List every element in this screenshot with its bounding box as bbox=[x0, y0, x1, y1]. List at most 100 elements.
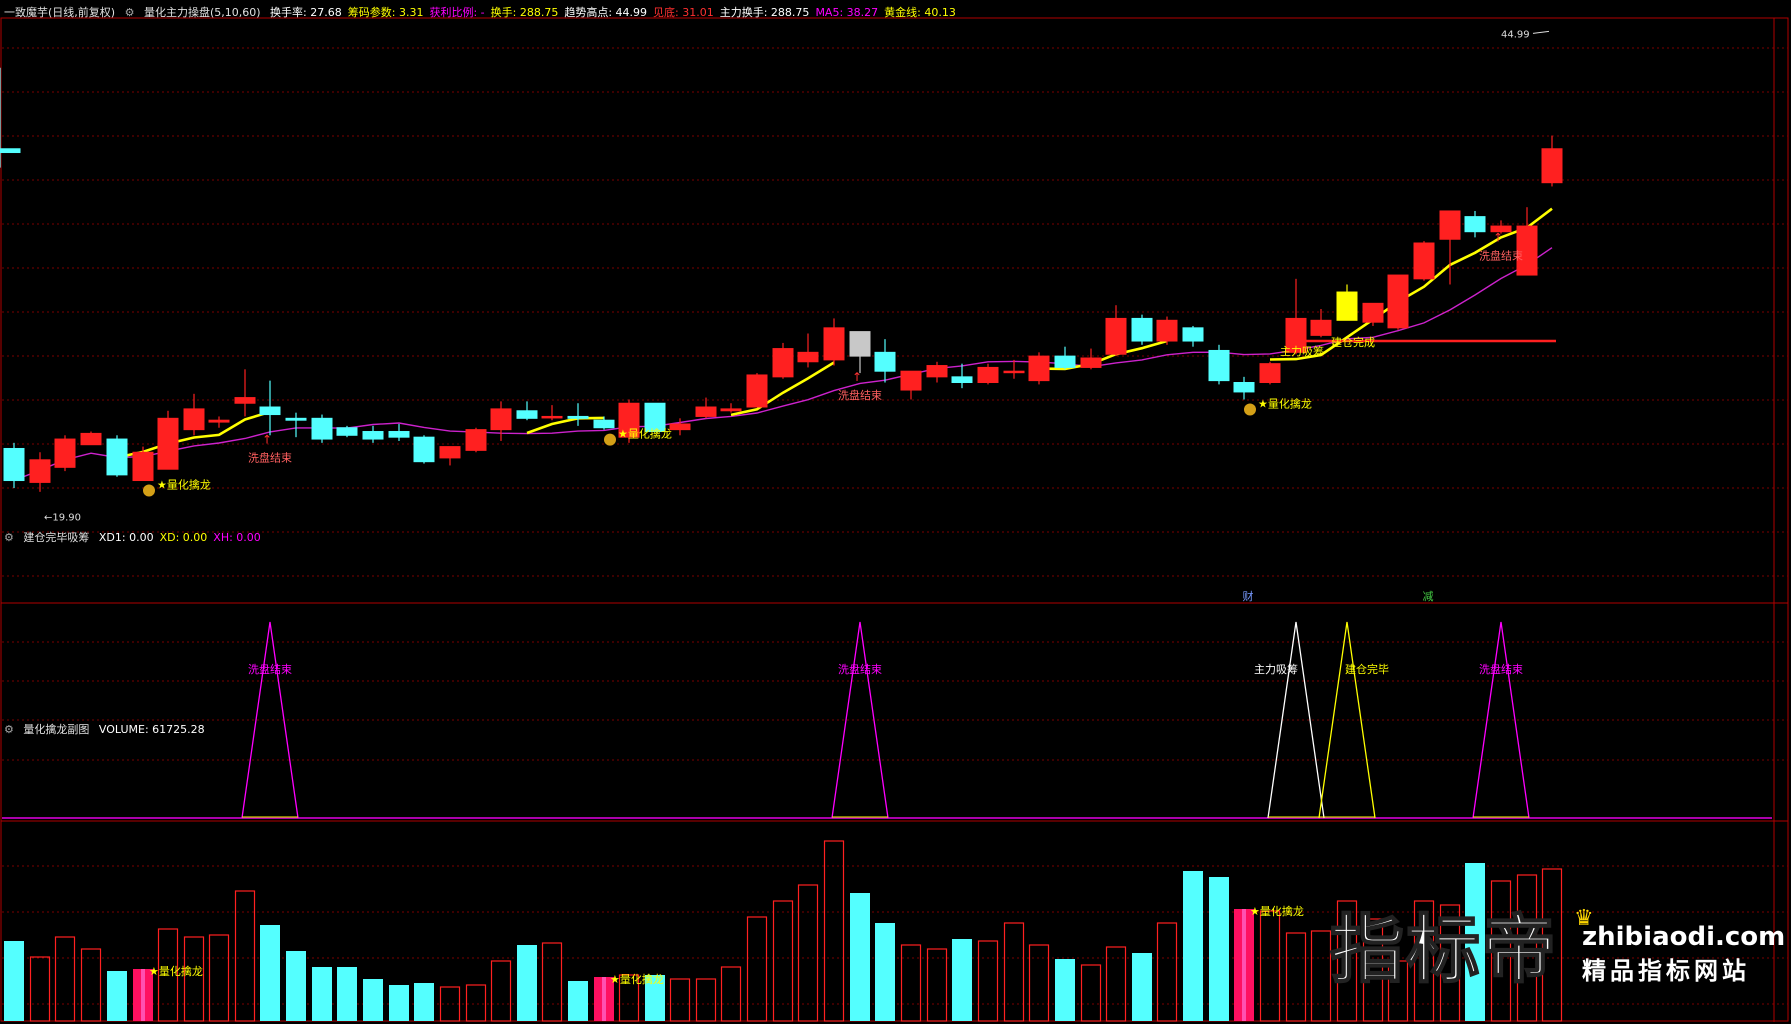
candle-body-22 bbox=[567, 415, 589, 419]
volume-bar-47 bbox=[1209, 877, 1229, 1021]
candle-body-34 bbox=[874, 351, 896, 372]
candle-body-26 bbox=[669, 423, 691, 431]
candle-body-1 bbox=[29, 459, 51, 483]
candle-body-20 bbox=[516, 410, 538, 419]
volume-bar-39 bbox=[1003, 922, 1025, 1022]
watermark: 指标帝 bbox=[1329, 905, 1558, 995]
signal-label-1: ★量化擒龙 bbox=[618, 427, 672, 441]
volume-bar-31 bbox=[797, 884, 819, 1022]
stage-label-6: 主力吸筹 bbox=[1280, 344, 1324, 358]
candle-body-38 bbox=[977, 366, 999, 384]
indicator-peak-label-0: 洗盘结束 bbox=[248, 662, 292, 676]
candle-body-9 bbox=[234, 397, 256, 404]
candle-body-31 bbox=[797, 351, 819, 363]
candle-body-60 bbox=[1541, 148, 1563, 184]
volume-bar-30 bbox=[772, 900, 794, 1022]
candle-body-0 bbox=[3, 447, 25, 482]
candle-body-21 bbox=[541, 415, 563, 419]
volume-bar-18 bbox=[465, 984, 487, 1022]
candle-body-10 bbox=[259, 406, 281, 416]
candle-body-51 bbox=[1310, 319, 1332, 336]
watermark-slogan: 精品指标网站 bbox=[1582, 957, 1750, 985]
volume-bar-40 bbox=[1028, 944, 1050, 1022]
event-marker-9: 减 bbox=[1423, 590, 1434, 603]
volume-bar-0 bbox=[4, 941, 24, 1021]
volume-bar-13 bbox=[337, 967, 357, 1021]
stock-chart[interactable]: 44.99 ←19.90 ★量化擒龙 ★量化擒龙 ★量化擒龙 ↑ 洗盘结束 ↑ 洗盘结束 ↑ 洗盘结… bbox=[0, 0, 1791, 1024]
candle-body-33 bbox=[849, 331, 871, 357]
price-high-label: 44.99 bbox=[1501, 29, 1530, 40]
indicator-peak-label-2: 主力吸筹 bbox=[1254, 662, 1298, 676]
money-bag-icon bbox=[143, 484, 155, 497]
volume-bar-42 bbox=[1080, 964, 1102, 1022]
signal-label-0: ★量化擒龙 bbox=[157, 478, 211, 492]
candle-body-37 bbox=[951, 376, 973, 384]
volume-bar-26 bbox=[669, 978, 691, 1022]
candle-body-56 bbox=[1439, 210, 1461, 240]
volume-bar-11 bbox=[286, 951, 306, 1021]
wash-label-4: 洗盘结束 bbox=[838, 388, 882, 402]
volume-bar-22 bbox=[568, 981, 588, 1021]
price-low-label: ←19.90 bbox=[44, 512, 81, 523]
price-high-pointer bbox=[1532, 30, 1550, 34]
volume-bar-44 bbox=[1132, 953, 1152, 1021]
candle-body-12 bbox=[311, 417, 333, 440]
indicator-peak-label-4: 洗盘结束 bbox=[1479, 662, 1523, 676]
candle-body-2 bbox=[54, 438, 76, 468]
wash-arrow-4: ↑ bbox=[852, 370, 862, 384]
volume-bar-10 bbox=[260, 925, 280, 1021]
candle-body-16 bbox=[413, 436, 435, 463]
volume-bar-3 bbox=[80, 948, 102, 1022]
candle-body-28 bbox=[720, 408, 742, 412]
volume-bar-7 bbox=[183, 936, 205, 1022]
candle-body-13 bbox=[336, 427, 358, 436]
candle-body-54 bbox=[1387, 274, 1409, 329]
candle-body-30 bbox=[772, 348, 794, 378]
candle-body-11 bbox=[285, 417, 307, 421]
volume-bar-35 bbox=[900, 944, 922, 1022]
candle-body-41 bbox=[1054, 355, 1076, 368]
candle-body-8 bbox=[208, 419, 230, 423]
candle-body-49 bbox=[1259, 363, 1281, 384]
volume-bar-46 bbox=[1183, 871, 1203, 1021]
volume-bar-9 bbox=[234, 890, 256, 1022]
main-panel-frame bbox=[0, 17, 1789, 604]
wash-label-3: 洗盘结束 bbox=[248, 450, 292, 464]
volume-bar-32 bbox=[823, 840, 845, 1022]
volume-bar-27 bbox=[695, 978, 717, 1022]
volume-bar-20 bbox=[517, 945, 537, 1021]
money-bag-icon bbox=[1244, 403, 1256, 416]
candle-body-5 bbox=[132, 451, 154, 482]
candle-body-36 bbox=[926, 365, 948, 378]
candle-body-61 bbox=[0, 148, 21, 154]
volume-bar-37 bbox=[952, 939, 972, 1021]
volume-bar-50 bbox=[1285, 932, 1307, 1022]
volume-bar-33 bbox=[850, 893, 870, 1021]
volume-bar-2 bbox=[54, 936, 76, 1022]
volume-bar-19 bbox=[490, 960, 512, 1022]
candle-body-35 bbox=[900, 370, 922, 391]
volume-bar-45 bbox=[1156, 922, 1178, 1022]
volume-bar-34 bbox=[875, 923, 895, 1021]
crown-icon: ♛ bbox=[1574, 906, 1594, 931]
watermark-site-block: zhibiaodi.com 精品指标网站 bbox=[1582, 922, 1785, 990]
candle-body-6 bbox=[157, 417, 179, 470]
volume-bar-highlight-23 bbox=[602, 977, 606, 1021]
indicator-peak-4 bbox=[1472, 621, 1530, 819]
candle-body-3 bbox=[80, 432, 102, 446]
volume-bar-36 bbox=[926, 948, 948, 1022]
volume-bar-1 bbox=[29, 956, 51, 1022]
candle-body-27 bbox=[695, 406, 717, 417]
volume-bar-28 bbox=[720, 966, 742, 1022]
candle-body-52 bbox=[1336, 291, 1358, 321]
event-marker-8: 财 bbox=[1243, 589, 1254, 603]
volume-bar-8 bbox=[208, 934, 230, 1022]
watermark-site: zhibiaodi.com bbox=[1582, 922, 1786, 952]
indicator-peak-2 bbox=[1267, 621, 1325, 819]
volume-bar-4 bbox=[107, 971, 127, 1021]
candle-body-42 bbox=[1080, 357, 1102, 368]
volume-bar-12 bbox=[312, 967, 332, 1021]
candle-body-4 bbox=[106, 438, 128, 476]
candle-body-46 bbox=[1182, 327, 1204, 342]
volume-bar-highlight-48 bbox=[1242, 909, 1246, 1021]
